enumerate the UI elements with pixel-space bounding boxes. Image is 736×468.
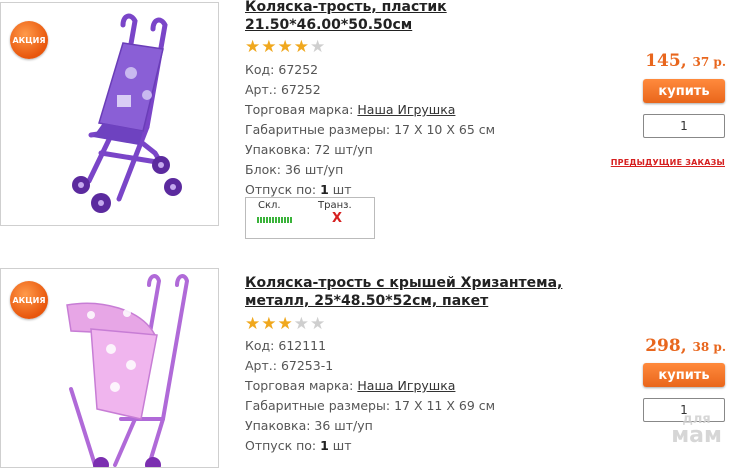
stock-level-bar [257, 217, 292, 223]
brand-link[interactable]: Наша Игрушка [357, 378, 455, 393]
star-empty-icon: ★ [293, 314, 309, 334]
star-icon: ★ [245, 37, 261, 57]
spec-release: Отпуск по: 1 шт [245, 438, 352, 453]
quantity-input[interactable] [643, 114, 725, 138]
price: 145, 37 р. [645, 51, 726, 71]
brand-link[interactable]: Наша Игрушка [357, 102, 455, 117]
star-empty-icon: ★ [310, 314, 326, 334]
spec-pack: Упаковка: 72 шт/уп [245, 142, 373, 157]
rating-stars: ★ ★ ★ ★ ★ [245, 316, 325, 333]
star-icon: ★ [277, 314, 293, 334]
spec-code: Код: 67252 [245, 62, 319, 77]
spec-pack: Упаковка: 36 шт/уп [245, 418, 373, 433]
buy-button[interactable]: купить [643, 363, 725, 387]
spec-code: Код: 612111 [245, 338, 327, 353]
stroller-image-2 [66, 274, 190, 467]
product-image-1[interactable]: АКЦИЯ [0, 2, 219, 226]
spec-block: Блок: 36 шт/уп [245, 162, 344, 177]
product-title[interactable]: Коляска-трость, пластик 21.50*46.00*50.5… [245, 0, 605, 34]
star-icon: ★ [261, 37, 277, 57]
star-icon: ★ [261, 314, 277, 334]
star-icon: ★ [277, 37, 293, 57]
price: 298, 38 р. [645, 336, 726, 356]
stock-transit-label: Транз. [318, 200, 352, 211]
unavailable-icon: X [332, 211, 343, 226]
product-specs: Код: 612111 Арт.: 67253-1 Торговая марка… [245, 336, 495, 456]
product-image-2[interactable]: АКЦИЯ [0, 268, 219, 468]
stock-box: Скл. Транз. X [245, 197, 375, 239]
spec-size: Габаритные размеры: 17 X 10 X 65 см [245, 122, 496, 137]
spec-size: Габаритные размеры: 17 X 11 X 69 см [245, 398, 496, 413]
product-specs: Код: 67252 Арт.: 67252 Торговая марка: Н… [245, 60, 495, 200]
product-card-1: АКЦИЯ Коляска-трость, пластик 21.50*46.0… [0, 0, 736, 240]
spec-art: Арт.: 67252 [245, 82, 321, 97]
spec-art: Арт.: 67253-1 [245, 358, 334, 373]
rating-stars: ★ ★ ★ ★ ★ [245, 39, 325, 56]
star-icon: ★ [245, 314, 261, 334]
product-card-2: АКЦИЯ Коляска-трость с крышей Хризантема… [0, 268, 736, 468]
star-icon: ★ [293, 37, 309, 57]
stroller-image-1 [72, 13, 182, 213]
buy-button[interactable]: купить [643, 79, 725, 103]
product-title[interactable]: Коляска-трость с крышей Хризантема, мета… [245, 274, 605, 310]
stock-warehouse-label: Скл. [258, 200, 281, 211]
star-empty-icon: ★ [310, 37, 326, 57]
site-watermark: для мам [671, 412, 722, 448]
previous-orders-link[interactable]: ПРЕДЫДУЩИЕ ЗАКАЗЫ [611, 158, 725, 167]
spec-brand: Торговая марка: Наша Игрушка [245, 378, 456, 393]
spec-brand: Торговая марка: Наша Игрушка [245, 102, 456, 117]
